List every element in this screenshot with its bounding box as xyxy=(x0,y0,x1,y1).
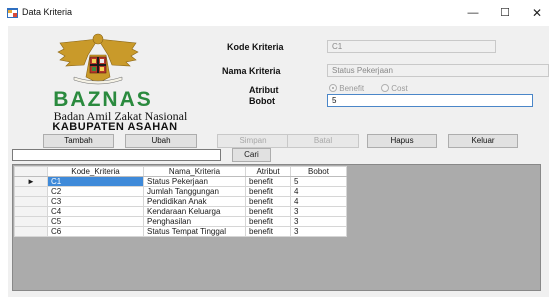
ubah-button[interactable]: Ubah xyxy=(125,134,197,148)
keluar-button[interactable]: Keluar xyxy=(448,134,518,148)
cell-bobot[interactable]: 3 xyxy=(290,216,347,227)
row-header-corner xyxy=(14,166,48,177)
cell-nama[interactable]: Status Tempat Tinggal xyxy=(143,226,246,237)
table-row[interactable]: C3 Pendidikan Anak benefit 4 xyxy=(14,196,347,207)
window-title: Data Kriteria xyxy=(22,7,73,17)
cell-bobot[interactable]: 5 xyxy=(290,176,347,187)
column-header-atribut[interactable]: Atribut xyxy=(245,166,291,177)
cell-kode[interactable]: C1 xyxy=(47,176,144,187)
cell-kode[interactable]: C4 xyxy=(47,206,144,217)
row-header[interactable] xyxy=(14,226,48,237)
close-button[interactable]: ✕ xyxy=(521,4,553,22)
table-row[interactable]: C5 Penghasilan benefit 3 xyxy=(14,216,347,227)
cell-kode[interactable]: C5 xyxy=(47,216,144,227)
table-row[interactable]: ► C1 Status Pekerjaan benefit 5 xyxy=(14,176,347,187)
hapus-button[interactable]: Hapus xyxy=(367,134,437,148)
cell-atribut[interactable]: benefit xyxy=(245,196,291,207)
search-input[interactable] xyxy=(12,149,221,161)
title-bar: Data Kriteria — ☐ ✕ xyxy=(0,0,553,26)
atribut-cost-label: Cost xyxy=(391,84,408,93)
cell-bobot[interactable]: 4 xyxy=(290,196,347,207)
cell-kode[interactable]: C6 xyxy=(47,226,144,237)
cell-atribut[interactable]: benefit xyxy=(245,176,291,187)
column-header-bobot[interactable]: Bobot xyxy=(290,166,347,177)
tambah-button[interactable]: Tambah xyxy=(43,134,114,148)
simpan-button[interactable]: Simpan xyxy=(217,134,289,148)
radio-unselected-icon xyxy=(381,84,389,92)
table-row[interactable]: C6 Status Tempat Tinggal benefit 3 xyxy=(14,226,347,237)
atribut-benefit-radio[interactable]: Benefit xyxy=(329,84,364,93)
cell-atribut[interactable]: benefit xyxy=(245,226,291,237)
kode-kriteria-field[interactable]: C1 xyxy=(327,40,496,53)
cell-bobot[interactable]: 3 xyxy=(290,226,347,237)
nama-kriteria-field[interactable]: Status Pekerjaan xyxy=(327,64,549,77)
kode-kriteria-label: Kode Kriteria xyxy=(227,42,284,52)
cell-atribut[interactable]: benefit xyxy=(245,206,291,217)
cell-nama[interactable]: Jumlah Tanggungan xyxy=(143,186,246,197)
app-icon xyxy=(7,8,18,18)
kriteria-grid[interactable]: Kode_Kriteria Nama_Kriteria Atribut Bobo… xyxy=(14,166,347,237)
table-row[interactable]: C2 Jumlah Tanggungan benefit 4 xyxy=(14,186,347,197)
garuda-emblem-icon xyxy=(57,33,139,85)
grid-header-row: Kode_Kriteria Nama_Kriteria Atribut Bobo… xyxy=(14,166,347,177)
batal-button[interactable]: Batal xyxy=(287,134,359,148)
cell-atribut[interactable]: benefit xyxy=(245,216,291,227)
column-header-nama[interactable]: Nama_Kriteria xyxy=(143,166,246,177)
cari-button[interactable]: Cari xyxy=(232,148,271,162)
column-header-kode[interactable]: Kode_Kriteria xyxy=(47,166,144,177)
cell-nama[interactable]: Pendidikan Anak xyxy=(143,196,246,207)
atribut-cost-radio[interactable]: Cost xyxy=(381,84,408,93)
row-header[interactable] xyxy=(14,196,48,207)
brand-region: KABUPATEN ASAHAN xyxy=(52,121,178,133)
row-header[interactable] xyxy=(14,216,48,227)
bobot-field[interactable]: 5 xyxy=(327,94,533,107)
cell-bobot[interactable]: 4 xyxy=(290,186,347,197)
cell-kode[interactable]: C3 xyxy=(47,196,144,207)
maximize-button[interactable]: ☐ xyxy=(489,4,521,22)
bobot-label: Bobot xyxy=(249,96,275,106)
cell-bobot[interactable]: 3 xyxy=(290,206,347,217)
row-header[interactable] xyxy=(14,206,48,217)
minimize-button[interactable]: — xyxy=(457,4,489,22)
current-row-arrow-icon: ► xyxy=(14,176,48,187)
cell-nama[interactable]: Kendaraan Keluarga xyxy=(143,206,246,217)
cell-atribut[interactable]: benefit xyxy=(245,186,291,197)
table-row[interactable]: C4 Kendaraan Keluarga benefit 3 xyxy=(14,206,347,217)
cell-nama[interactable]: Status Pekerjaan xyxy=(143,176,246,187)
row-header[interactable] xyxy=(14,186,48,197)
atribut-label: Atribut xyxy=(249,85,279,95)
cell-kode[interactable]: C2 xyxy=(47,186,144,197)
atribut-benefit-label: Benefit xyxy=(339,84,365,93)
radio-selected-icon xyxy=(329,84,337,92)
cell-nama[interactable]: Penghasilan xyxy=(143,216,246,227)
nama-kriteria-label: Nama Kriteria xyxy=(222,66,281,76)
